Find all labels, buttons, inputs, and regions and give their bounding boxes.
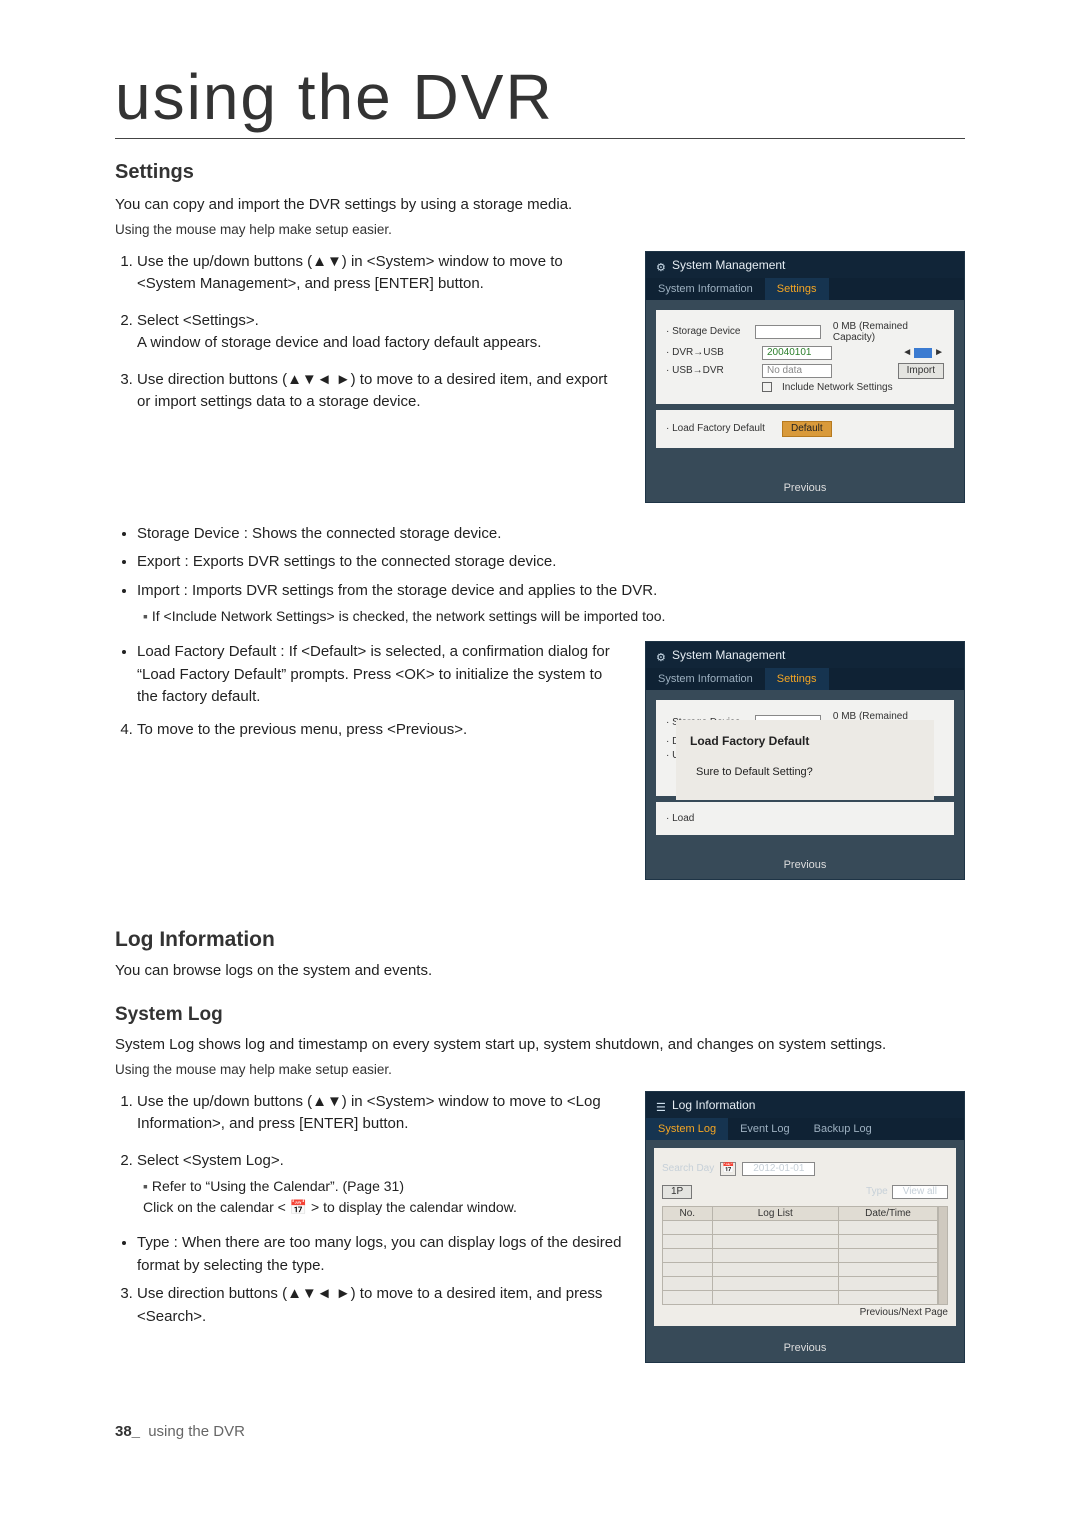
tab-system-information[interactable]: System Information — [646, 278, 765, 300]
load-factory-card: · Load Factory Default Default — [656, 410, 954, 448]
storage-device-label: · Storage Device — [666, 326, 749, 337]
syslog-step-2a: Select <System Log>. — [137, 1152, 284, 1169]
table-scrollbar[interactable] — [938, 1206, 948, 1305]
prev-next-page[interactable]: Previous/Next Page — [662, 1307, 948, 1318]
export-progress: ◄► — [902, 347, 944, 358]
footer-chapter: using the DVR — [148, 1423, 245, 1440]
bullet-export: Export : Exports DVR settings to the con… — [137, 551, 965, 574]
tab-system-information-2[interactable]: System Information — [646, 668, 765, 690]
dialog-message: Sure to Default Setting? — [690, 766, 920, 778]
log-panel-title: Log Information — [672, 1098, 755, 1112]
settings-mouse-hint: Using the mouse may help make setup easi… — [115, 222, 965, 237]
title-divider — [115, 138, 965, 139]
system-management-panel-modal: System Management System Information Set… — [645, 641, 965, 880]
system-log-heading: System Log — [115, 1004, 965, 1026]
usb-dvr-field[interactable]: No data — [762, 364, 832, 378]
step-3: Use direction buttons (▲▼◄ ►) to move to… — [137, 369, 623, 414]
step-1: Use the up/down buttons (▲▼) in <System>… — [137, 251, 623, 296]
settings-intro: You can copy and import the DVR settings… — [115, 194, 965, 216]
system-management-panel: System Management System Information Set… — [645, 251, 965, 503]
dvr-usb-label: · DVR→USB — [666, 347, 756, 358]
settings-heading: Settings — [115, 161, 965, 184]
log-table: No. Log List Date/Time — [662, 1206, 938, 1305]
storage-card: · Storage Device 0 MB (Remained Capacity… — [656, 310, 954, 404]
include-network-checkbox[interactable] — [762, 382, 772, 392]
default-button[interactable]: Default — [782, 421, 832, 437]
load-stub: · Load — [666, 813, 756, 824]
gear-icon — [656, 260, 666, 270]
settings-steps: Use the up/down buttons (▲▼) in <System>… — [115, 251, 623, 414]
calendar-icon[interactable]: 📅 — [720, 1162, 736, 1176]
col-loglist: Log List — [712, 1206, 839, 1220]
chapter-title: using the DVR — [115, 60, 965, 134]
bullet-import-text: Import : Imports DVR settings from the s… — [137, 582, 657, 599]
tab-settings[interactable]: Settings — [765, 278, 829, 300]
table-row — [663, 1290, 938, 1304]
table-row — [663, 1276, 938, 1290]
bullet-storage: Storage Device : Shows the connected sto… — [137, 523, 965, 546]
capacity-text: 0 MB (Remained Capacity) — [833, 321, 944, 343]
syslog-step-2c-text: Click on the calendar < 📅 > to display t… — [143, 1199, 517, 1215]
type-label: Type — [866, 1186, 888, 1197]
bullet-import-note: If <Include Network Settings> is checked… — [143, 606, 965, 627]
storage-device-field[interactable] — [755, 325, 821, 339]
log-information-intro: You can browse logs on the system and ev… — [115, 960, 965, 982]
gear-icon — [656, 650, 666, 660]
previous-button-2[interactable]: Previous — [784, 859, 827, 871]
list-icon — [656, 1100, 666, 1110]
lfd-label: · Load Factory Default — [666, 423, 776, 434]
panel-titlebar-2: System Management — [646, 642, 964, 668]
page-number: 38_ — [115, 1423, 140, 1440]
panel-title: System Management — [672, 258, 785, 272]
dvr-usb-field[interactable]: 20040101 — [762, 346, 832, 360]
syslog-step-2b-text: Refer to “Using the Calendar”. (Page 31) — [152, 1178, 404, 1194]
tab-event-log[interactable]: Event Log — [728, 1118, 802, 1140]
system-log-mouse-hint: Using the mouse may help make setup easi… — [115, 1062, 965, 1077]
log-information-heading: Log Information — [115, 928, 965, 952]
panel-titlebar: System Management — [646, 252, 964, 278]
table-row — [663, 1234, 938, 1248]
settings-bullets2: Load Factory Default : If <Default> is s… — [115, 641, 623, 709]
syslog-bullet-type: Type : When there are too many logs, you… — [137, 1232, 623, 1277]
type-select[interactable]: View all — [892, 1185, 948, 1199]
system-log-intro: System Log shows log and timestamp on ev… — [115, 1034, 965, 1056]
step-2a: Select <Settings>. — [137, 312, 259, 329]
load-factory-default-dialog: Load Factory Default Sure to Default Set… — [676, 720, 934, 800]
search-day-label: Search Day — [662, 1163, 714, 1174]
settings-bullets: Storage Device : Shows the connected sto… — [115, 523, 965, 628]
table-row — [663, 1220, 938, 1234]
previous-button[interactable]: Previous — [784, 482, 827, 494]
tab-backup-log[interactable]: Backup Log — [802, 1118, 884, 1140]
col-no: No. — [663, 1206, 713, 1220]
table-row — [663, 1262, 938, 1276]
import-button[interactable]: Import — [898, 363, 944, 379]
syslog-step-3: Use direction buttons (▲▼◄ ►) to move to… — [137, 1283, 623, 1328]
syslog-step-2: Select <System Log>. Refer to “Using the… — [137, 1150, 623, 1219]
step-4: To move to the previous menu, press <Pre… — [137, 719, 623, 742]
syslog-step-1: Use the up/down buttons (▲▼) in <System>… — [137, 1091, 623, 1136]
page-indicator[interactable]: 1P — [662, 1185, 692, 1199]
search-date-field[interactable]: 2012-01-01 — [742, 1162, 815, 1176]
panel-tabs: System Information Settings — [646, 278, 964, 300]
include-network-label: Include Network Settings — [782, 382, 893, 393]
dialog-title: Load Factory Default — [690, 734, 920, 748]
previous-button-3[interactable]: Previous — [784, 1342, 827, 1354]
table-row — [663, 1248, 938, 1262]
tab-settings-2[interactable]: Settings — [765, 668, 829, 690]
usb-dvr-label: · USB→DVR — [666, 365, 756, 376]
bullet-lfd: Load Factory Default : If <Default> is s… — [137, 641, 623, 709]
step-2b: A window of storage device and load fact… — [137, 334, 541, 351]
col-datetime: Date/Time — [839, 1206, 938, 1220]
syslog-step-2b: Refer to “Using the Calendar”. (Page 31)… — [143, 1176, 623, 1218]
step-2: Select <Settings>. A window of storage d… — [137, 310, 623, 355]
bullet-import: Import : Imports DVR settings from the s… — [137, 580, 965, 628]
tab-system-log[interactable]: System Log — [646, 1118, 728, 1140]
log-information-panel: Log Information System Log Event Log Bac… — [645, 1091, 965, 1363]
panel-title-2: System Management — [672, 648, 785, 662]
log-panel-titlebar: Log Information — [646, 1092, 964, 1118]
